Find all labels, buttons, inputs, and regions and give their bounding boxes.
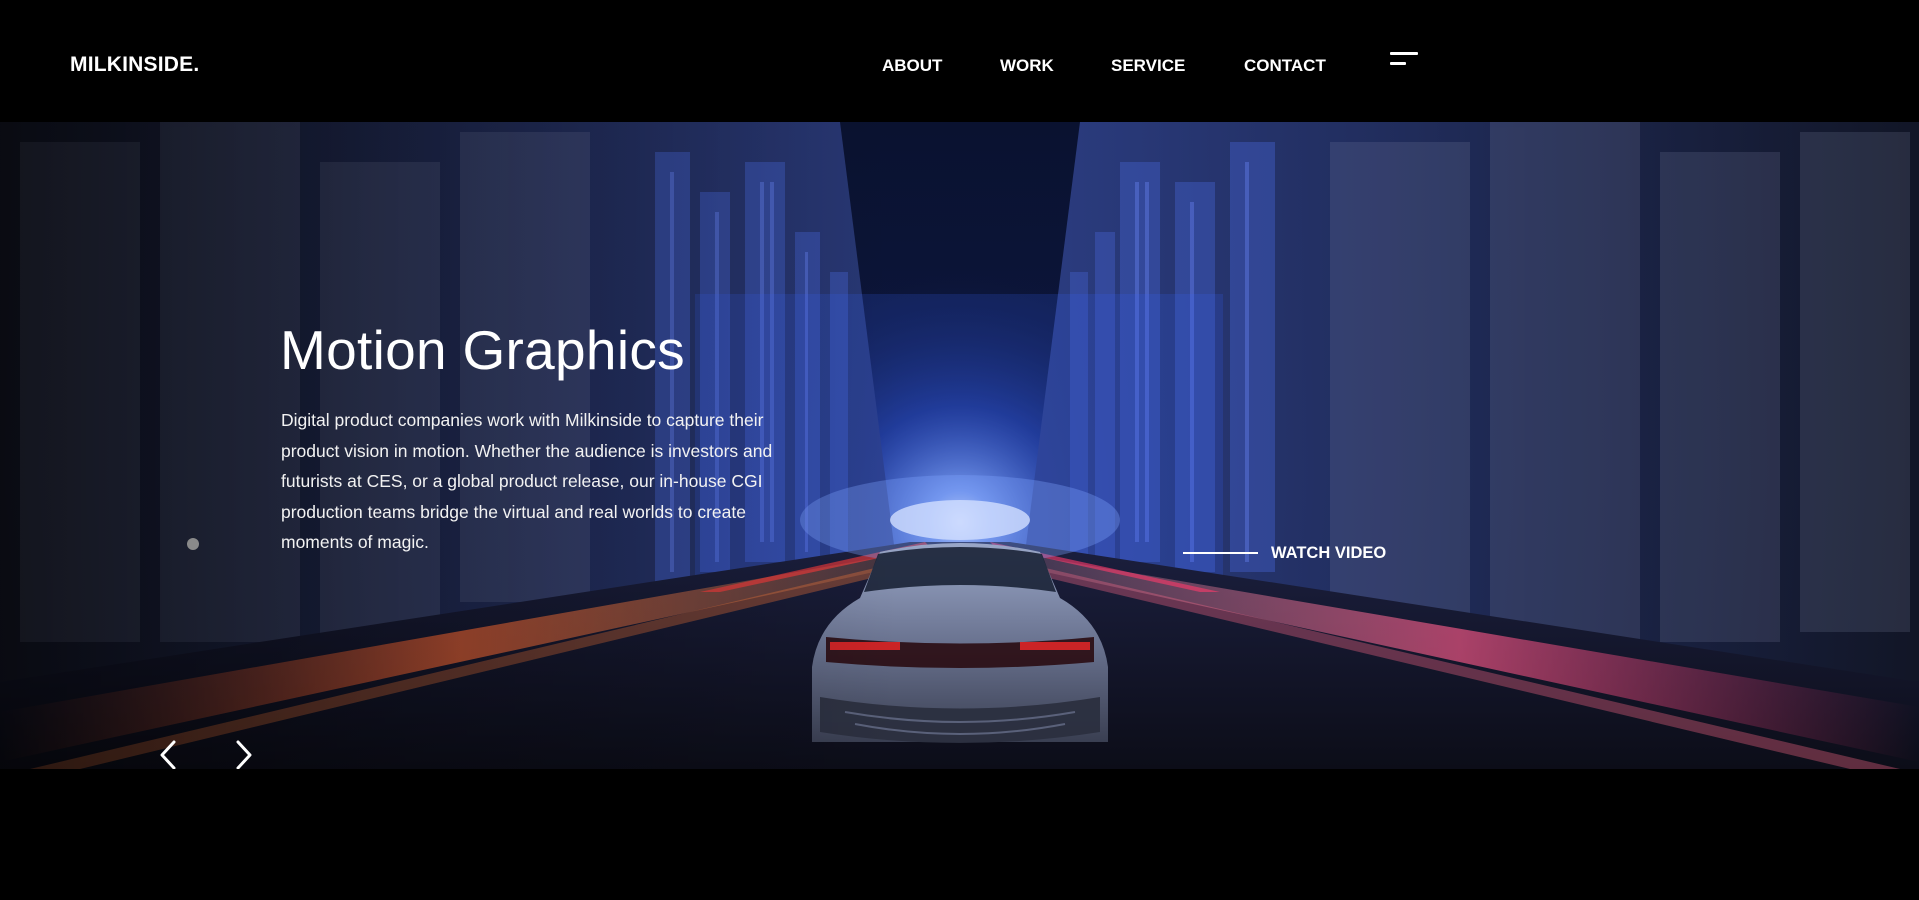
watch-video-line	[1183, 552, 1258, 554]
chevron-right-icon[interactable]	[228, 739, 258, 769]
slide-description: Digital product companies work with Milk…	[281, 410, 773, 553]
chevron-left-icon[interactable]	[154, 739, 184, 769]
slide-dot-icon[interactable]	[187, 538, 199, 550]
bottom-band	[0, 769, 1919, 900]
logo[interactable]: MILKINSIDE.	[70, 53, 199, 77]
watch-video-label: WATCH VIDEO	[1271, 543, 1387, 562]
nav-item-service[interactable]: SERVICE	[1111, 56, 1185, 76]
nav-item-about[interactable]: ABOUT	[882, 56, 942, 76]
nav-item-work[interactable]: WORK	[1000, 56, 1054, 76]
nav-item-contact[interactable]: CONTACT	[1244, 56, 1326, 76]
slide-title: Motion Graphics	[280, 319, 685, 381]
site-header: MILKINSIDE. ABOUT WORK SERVICE CONTACT	[0, 0, 1919, 122]
watch-video-button[interactable]: WATCH VIDEO	[1183, 542, 1386, 564]
hamburger-menu-icon[interactable]	[1390, 52, 1420, 68]
menu-line-top	[1390, 52, 1418, 55]
menu-line-bottom	[1390, 62, 1406, 65]
